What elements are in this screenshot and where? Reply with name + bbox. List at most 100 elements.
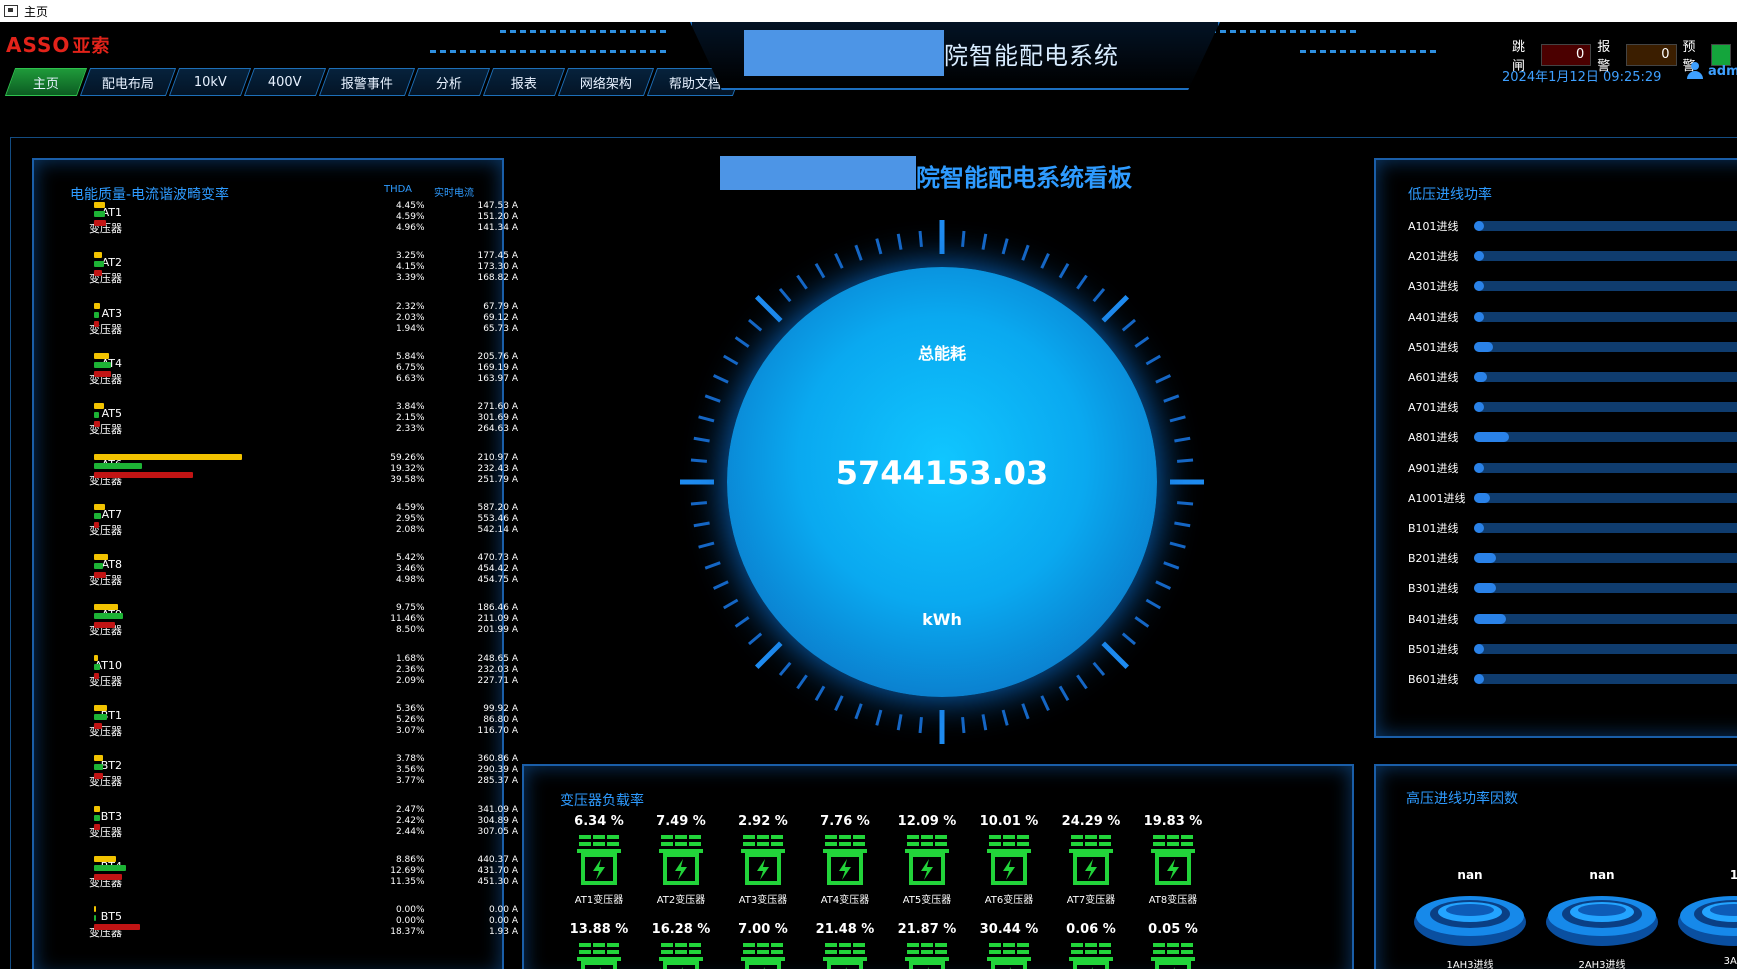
hv-pf-item[interactable]: nan 1AH3进线	[1410, 868, 1530, 969]
thda-bar-phase-2	[94, 462, 143, 469]
lv-feeder-row[interactable]: B201进线	[1408, 548, 1737, 566]
trip-count[interactable]: 0	[1540, 44, 1592, 66]
tab-reports[interactable]: 报表	[482, 68, 566, 96]
thda-value: 8.50	[395, 625, 416, 636]
transformer-load-item[interactable]: 19.83 % AT8变压器	[1133, 814, 1213, 906]
transformer-load-item[interactable]: 21.48 %	[805, 922, 885, 969]
lv-feeder-row[interactable]: B601进线	[1408, 669, 1737, 687]
lv-feeder-row[interactable]: B301进线	[1408, 578, 1737, 596]
lv-feeder-row[interactable]: B101进线	[1408, 518, 1737, 536]
harmonic-row[interactable]: AT10 变压器 1.68% 248.65 A 2.36% 232.03 A 2.09% 22…	[34, 653, 518, 703]
tab-analysis[interactable]: 分析	[407, 68, 491, 96]
harmonic-row[interactable]: AT2 变压器 3.25% 177.45 A 4.15% 173.30 A 3.39% 168…	[34, 250, 518, 300]
transformer-load-item[interactable]: 12.09 % AT5变压器	[887, 814, 967, 906]
transformer-load-item[interactable]: 21.87 %	[887, 922, 967, 969]
gauge-tick	[693, 436, 710, 443]
transformer-load-item[interactable]: 0.05 %	[1133, 922, 1213, 969]
main-nav: 主页 配电布局 10kV 400V 报警事件 分析 报表 网络架构 帮助文档	[4, 68, 744, 96]
transformer-load-item[interactable]: 30.44 %	[969, 922, 1049, 969]
load-percent: 7.76 %	[820, 814, 870, 829]
transformer-load-item[interactable]: 6.34 % AT1变压器	[559, 814, 639, 906]
gauge-tick	[1145, 598, 1161, 610]
tab-10kv[interactable]: 10kV	[168, 68, 252, 96]
transformer-load-item[interactable]: 10.01 % AT6变压器	[969, 814, 1049, 906]
current-value: 116.70 A	[477, 726, 518, 736]
transformer-load-item[interactable]: 16.28 %	[641, 922, 721, 969]
thda-bar-phase-1	[94, 755, 104, 762]
lv-power-track	[1474, 311, 1737, 322]
transformer-load-item[interactable]: 24.29 % AT7变压器	[1051, 814, 1131, 906]
hv-pf-item[interactable]: nan 2AH3进线	[1542, 868, 1662, 969]
lv-power-fill	[1474, 583, 1497, 594]
transformer-load-item[interactable]: 13.88 %	[559, 922, 639, 969]
harmonic-row[interactable]: AT9变压器9.75%186.46 A11.46%211.09 A8.50%20…	[34, 602, 518, 652]
thda-bar-phase-3	[94, 521, 100, 528]
header-deco-right-top	[1210, 30, 1360, 33]
lv-feeder-row[interactable]: A101进线	[1408, 216, 1737, 234]
gauge-tick	[698, 415, 715, 423]
hv-pf-item[interactable]: 1 3AH	[1674, 868, 1737, 967]
lv-feeder-name: A401进线	[1408, 310, 1459, 324]
thda-value: 1.94	[395, 323, 416, 334]
alarm-count[interactable]: 0	[1626, 44, 1677, 66]
thda-value: 3.77	[395, 776, 416, 787]
harmonic-row[interactable]: AT3 变压器 2.32% 67.79 A 2.03% 69.12 A 1.94% 65.73…	[34, 301, 518, 351]
tab-alarm-events[interactable]: 报警事件	[318, 68, 416, 96]
lv-feeder-row[interactable]: B501进线	[1408, 639, 1737, 657]
harmonic-row[interactable]: BT3 变压器 2.47% 341.09 A 2.42% 304.89 A 2.44% 307…	[34, 804, 518, 854]
lv-power-track	[1474, 402, 1737, 413]
tab-home[interactable]: 主页	[4, 68, 88, 96]
lv-feeder-row[interactable]: A1001进线	[1408, 488, 1737, 506]
transformer-icon-wrap	[575, 941, 623, 969]
user-menu[interactable]: adm	[1686, 62, 1737, 80]
transformer-load-item[interactable]: 7.00 %	[723, 922, 803, 969]
gauge-tick	[834, 695, 844, 712]
lv-feeder-row[interactable]: A401进线	[1408, 307, 1737, 325]
lv-feeder-row[interactable]: A501进线	[1408, 337, 1737, 355]
harmonic-row[interactable]: BT2 变压器 3.78% 360.86 A 3.56% 290.39 A 3.77% 285…	[34, 753, 518, 803]
transformer-icon	[823, 835, 867, 885]
harmonic-row[interactable]: BT4变压器8.86%440.37 A12.69%431.70 A11.35%4…	[34, 854, 518, 904]
transformer-load-item[interactable]: 7.76 % AT4变压器	[805, 814, 885, 906]
harmonic-row[interactable]: AT5 变压器 3.84% 271.60 A 2.15% 301.69 A 2.33% 264…	[34, 401, 518, 451]
thda-value: 2.33	[395, 424, 416, 435]
transformer-icon-wrap	[575, 833, 623, 887]
transformer-type: 变压器	[89, 372, 122, 386]
harmonic-row[interactable]: BT5 变压器 0.00% 0.00 A 0.00% 0.00 A 18.37% 1.93 A	[34, 904, 518, 954]
thda-value: 39.58	[390, 474, 416, 485]
lv-feeder-row[interactable]: A601进线	[1408, 367, 1737, 385]
transformer-load-item[interactable]: 2.92 % AT3变压器	[723, 814, 803, 906]
thda-bar-phase-2	[94, 613, 123, 620]
current-value: 454.75 A	[477, 575, 518, 586]
lv-feeder-row[interactable]: A201进线	[1408, 246, 1737, 264]
transformer-icon	[987, 943, 1031, 969]
lv-feeder-row[interactable]: A701进线	[1408, 397, 1737, 415]
lv-power-fill	[1474, 432, 1510, 443]
thda-bar-phase-2	[94, 814, 101, 821]
tab-network[interactable]: 网络架构	[557, 68, 655, 96]
thda-bar-phase-3	[94, 572, 107, 579]
harmonic-row[interactable]: BT1 变压器 5.36% 99.92 A 5.26% 86.80 A 3.07% 116.7…	[34, 703, 518, 753]
load-percent: 7.49 %	[656, 814, 706, 829]
lv-feeder-row[interactable]: A301进线	[1408, 276, 1737, 294]
thda-bar-phase-1	[94, 252, 103, 259]
transformer-load-item[interactable]: 0.06 %	[1051, 922, 1131, 969]
lv-feeder-row[interactable]: B401进线	[1408, 609, 1737, 627]
transformer-load-item[interactable]: 7.49 % AT2变压器	[641, 814, 721, 906]
harmonic-row[interactable]: AT1 变压器 4.45% 147.53 A 4.59% 151.20 A 4.96% 141…	[34, 200, 518, 250]
thda-unit: %	[416, 675, 425, 686]
current-value: 542.14 A	[477, 524, 518, 535]
tab-400v[interactable]: 400V	[243, 68, 327, 96]
harmonic-row[interactable]: AT6变压器59.26%210.97 A19.32%232.43 A39.58%…	[34, 452, 518, 502]
harmonic-row[interactable]: AT8 变压器 5.42% 470.73 A 3.46% 454.42 A 4.98% 454…	[34, 552, 518, 602]
gauge-tick	[796, 274, 808, 290]
thda-bar-phase-2	[94, 261, 105, 268]
lv-feeder-row[interactable]: A801进线	[1408, 427, 1737, 445]
lv-feeder-row[interactable]: A901进线	[1408, 458, 1737, 476]
load-percent: 19.83 %	[1143, 814, 1203, 829]
tab-analysis-label: 分析	[436, 76, 463, 92]
harmonic-row[interactable]: AT7 变压器 4.59% 587.20 A 2.95% 553.46 A 2.08% 542…	[34, 502, 518, 552]
harmonic-row[interactable]: AT4 变压器 5.84% 205.76 A 6.75% 169.19 A 6.63% 163…	[34, 351, 518, 401]
tab-layout[interactable]: 配电布局	[79, 68, 177, 96]
thda-unit: %	[416, 323, 425, 334]
